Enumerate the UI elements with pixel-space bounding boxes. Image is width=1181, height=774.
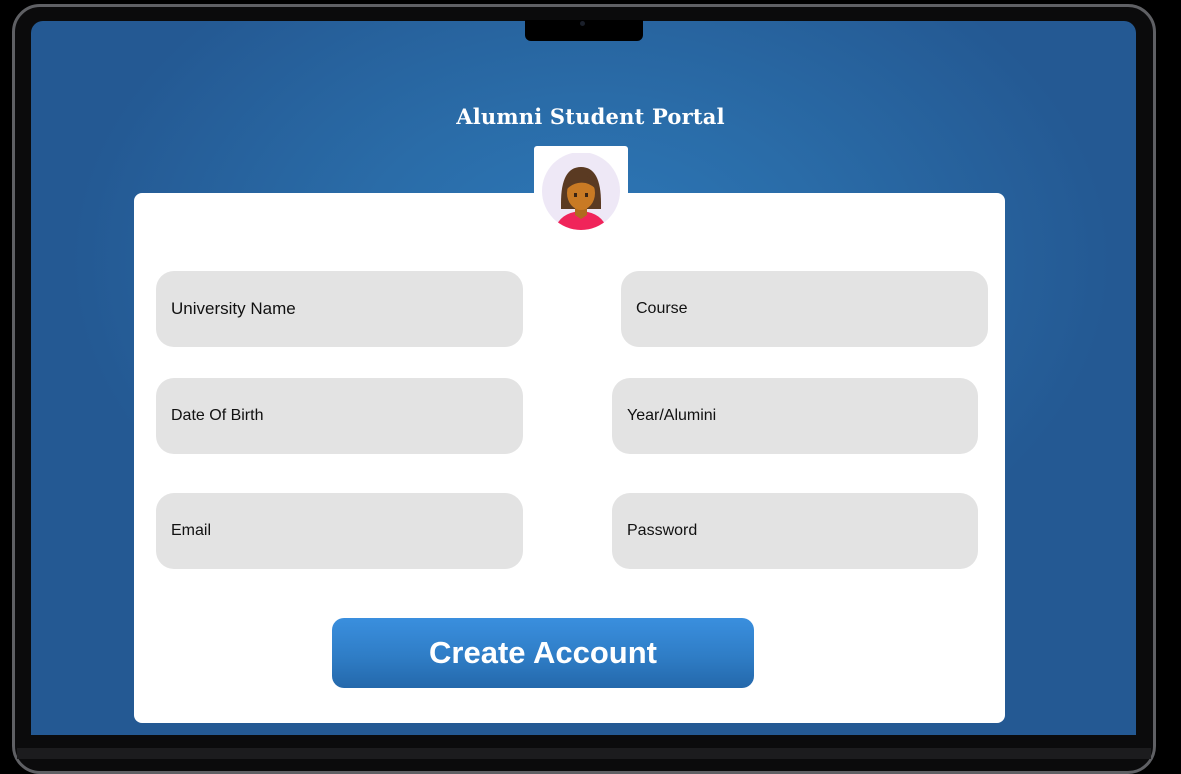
create-account-button[interactable]: Create Account xyxy=(332,618,754,688)
page-title: Alumni Student Portal xyxy=(456,104,725,129)
university-name-field[interactable]: University Name xyxy=(156,271,523,347)
password-field[interactable]: Password xyxy=(612,493,978,569)
woman-avatar-icon xyxy=(542,153,620,230)
camera-icon xyxy=(580,21,585,26)
date-of-birth-field[interactable]: Date Of Birth xyxy=(156,378,523,454)
laptop-base xyxy=(17,748,1151,759)
camera-notch xyxy=(525,20,643,41)
year-alumini-field[interactable]: Year/Alumini xyxy=(612,378,978,454)
avatar[interactable] xyxy=(534,146,628,240)
course-field[interactable]: Course xyxy=(621,271,988,347)
email-field[interactable]: Email xyxy=(156,493,523,569)
